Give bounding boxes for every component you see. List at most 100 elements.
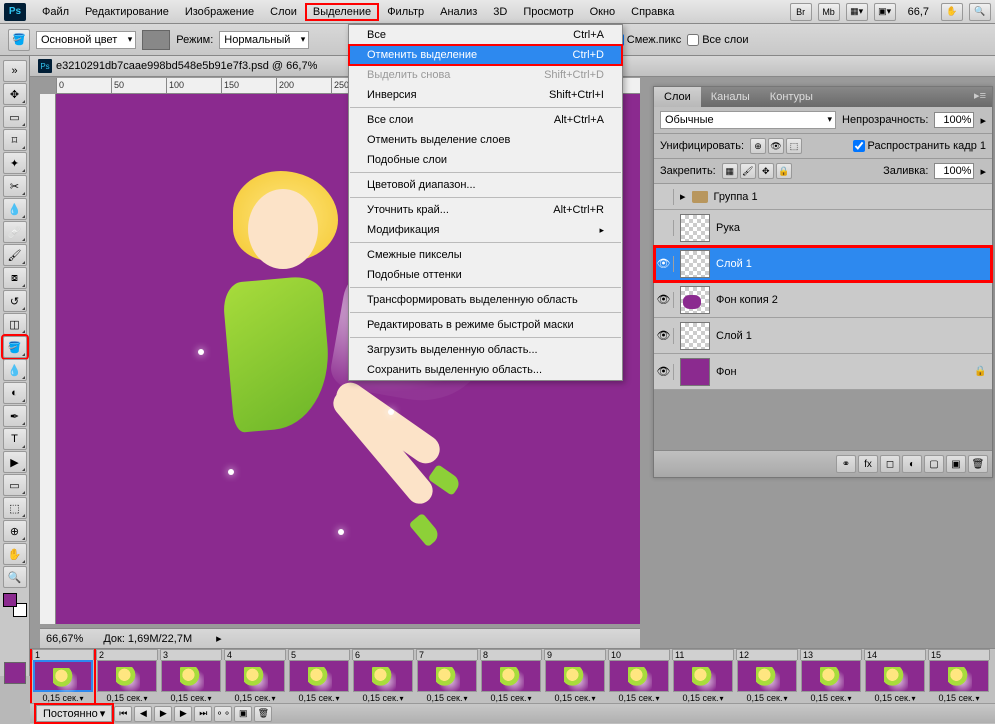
opacity-input[interactable]: 100% bbox=[934, 112, 974, 128]
menu-item[interactable]: Трансформировать выделенную область bbox=[349, 290, 622, 310]
menu-item[interactable]: Все слоиAlt+Ctrl+A bbox=[349, 110, 622, 130]
frame-thumbnail[interactable] bbox=[545, 660, 605, 692]
visibility-toggle[interactable]: 👁 bbox=[658, 328, 674, 344]
frame-thumbnail[interactable] bbox=[33, 660, 93, 692]
3d-tool[interactable]: ⬚ bbox=[3, 497, 27, 519]
loop-mode-select[interactable]: Постоянно▾ bbox=[36, 705, 112, 722]
animation-frame[interactable]: 150,15 сек. bbox=[928, 649, 990, 703]
tab-layers[interactable]: Слои bbox=[654, 87, 701, 107]
menu-item[interactable]: Смежные пикселы bbox=[349, 245, 622, 265]
expand-tools-icon[interactable]: » bbox=[3, 60, 27, 82]
menubar-btn-screen[interactable]: ▣▾ bbox=[874, 3, 896, 21]
menu-справка[interactable]: Справка bbox=[623, 3, 682, 21]
layer-name[interactable]: Фон копия 2 bbox=[716, 294, 988, 306]
menu-item[interactable]: ИнверсияShift+Ctrl+I bbox=[349, 85, 622, 105]
all-layers-checkbox[interactable]: Все слои bbox=[687, 34, 748, 46]
menu-3d[interactable]: 3D bbox=[485, 3, 515, 21]
animation-frame[interactable]: 20,15 сек. bbox=[96, 649, 158, 703]
frame-thumbnail[interactable] bbox=[609, 660, 669, 692]
panel-menu-icon[interactable]: ▸≡ bbox=[968, 87, 992, 107]
animation-frame[interactable]: 40,15 сек. bbox=[224, 649, 286, 703]
animation-frame[interactable]: 140,15 сек. bbox=[864, 649, 926, 703]
shape-tool[interactable]: ▭ bbox=[3, 474, 27, 496]
move-tool[interactable]: ✥ bbox=[3, 83, 27, 105]
opacity-arrow-icon[interactable]: ▸ bbox=[980, 114, 986, 127]
new-group-icon[interactable]: ▢ bbox=[924, 455, 944, 473]
fill-arrow-icon[interactable]: ▸ bbox=[980, 165, 986, 178]
duplicate-frame-button[interactable]: ▣ bbox=[234, 706, 252, 722]
delete-frame-button[interactable]: 🗑 bbox=[254, 706, 272, 722]
blend-mode-select[interactable]: Нормальный bbox=[219, 31, 309, 49]
frame-delay[interactable]: 0,15 сек. bbox=[235, 692, 276, 703]
pattern-swatch[interactable] bbox=[142, 30, 170, 50]
fill-input[interactable]: 100% bbox=[934, 163, 974, 179]
animation-frame[interactable]: 110,15 сек. bbox=[672, 649, 734, 703]
animation-frame[interactable]: 130,15 сек. bbox=[800, 649, 862, 703]
frame-delay[interactable]: 0,15 сек. bbox=[875, 692, 916, 703]
frame-thumbnail[interactable] bbox=[225, 660, 285, 692]
layer-mask-icon[interactable]: ◻ bbox=[880, 455, 900, 473]
crop-tool[interactable]: ✂ bbox=[3, 175, 27, 197]
layer-thumbnail[interactable] bbox=[680, 322, 710, 350]
delete-layer-icon[interactable]: 🗑 bbox=[968, 455, 988, 473]
frame-delay[interactable]: 0,15 сек. bbox=[939, 692, 980, 703]
healing-tool[interactable]: 🩹 bbox=[3, 221, 27, 243]
animation-frame[interactable]: 10,15 сек. bbox=[32, 649, 94, 703]
last-frame-button[interactable]: ⏭ bbox=[194, 706, 212, 722]
layer-row[interactable]: 👁Фон🔒 bbox=[654, 354, 992, 390]
menubar-btn-zoom[interactable]: 🔍 bbox=[969, 3, 991, 21]
layer-row[interactable]: 👁 Фон копия 2 bbox=[654, 282, 992, 318]
lock-pixels-icon[interactable]: 🖌 bbox=[740, 163, 756, 179]
layer-name[interactable]: Слой 1 bbox=[716, 258, 988, 270]
layer-blend-mode[interactable]: Обычные bbox=[660, 111, 836, 129]
animation-frame[interactable]: 100,15 сек. bbox=[608, 649, 670, 703]
group-arrow-icon[interactable]: ▸ bbox=[680, 190, 686, 203]
layer-group[interactable]: ▸ Группа 1 bbox=[654, 184, 992, 210]
visibility-toggle[interactable]: 👁 bbox=[658, 364, 674, 380]
menu-анализ[interactable]: Анализ bbox=[432, 3, 485, 21]
marquee-tool[interactable]: ▭ bbox=[3, 106, 27, 128]
layer-name[interactable]: Фон bbox=[716, 366, 968, 378]
visibility-toggle[interactable]: 👁 bbox=[658, 292, 674, 308]
frame-delay[interactable]: 0,15 сек. bbox=[299, 692, 340, 703]
frame-thumbnail[interactable] bbox=[801, 660, 861, 692]
menu-окно[interactable]: Окно bbox=[582, 3, 624, 21]
eraser-tool[interactable]: ◫ bbox=[3, 313, 27, 335]
frame-thumbnail[interactable] bbox=[417, 660, 477, 692]
frame-delay[interactable]: 0,15 сек. bbox=[619, 692, 660, 703]
layer-row[interactable]: Рука bbox=[654, 210, 992, 246]
frame-delay[interactable]: 0,15 сек. bbox=[747, 692, 788, 703]
blur-tool[interactable]: 💧 bbox=[3, 359, 27, 381]
prev-frame-button[interactable]: ◀ bbox=[134, 706, 152, 722]
eyedropper-tool[interactable]: 💧 bbox=[3, 198, 27, 220]
animation-frame[interactable]: 60,15 сек. bbox=[352, 649, 414, 703]
frame-thumbnail[interactable] bbox=[161, 660, 221, 692]
visibility-toggle[interactable] bbox=[658, 220, 674, 236]
dodge-tool[interactable]: ◐ bbox=[3, 382, 27, 404]
menu-файл[interactable]: Файл bbox=[34, 3, 77, 21]
frame-thumbnail[interactable] bbox=[481, 660, 541, 692]
frame-delay[interactable]: 0,15 сек. bbox=[107, 692, 148, 703]
layer-name[interactable]: Рука bbox=[716, 222, 988, 234]
animation-frame[interactable]: 70,15 сек. bbox=[416, 649, 478, 703]
lasso-tool[interactable]: ⌑ bbox=[3, 129, 27, 151]
layer-name[interactable]: Слой 1 bbox=[716, 330, 988, 342]
hand-tool[interactable]: ✋ bbox=[3, 543, 27, 565]
menu-item[interactable]: ВсеCtrl+A bbox=[349, 25, 622, 45]
type-tool[interactable]: T bbox=[3, 428, 27, 450]
menu-item[interactable]: Цветовой диапазон... bbox=[349, 175, 622, 195]
lock-position-icon[interactable]: ✥ bbox=[758, 163, 774, 179]
tab-channels[interactable]: Каналы bbox=[701, 87, 760, 107]
group-name[interactable]: Группа 1 bbox=[714, 191, 758, 203]
layer-thumbnail[interactable] bbox=[680, 358, 710, 386]
frame-thumbnail[interactable] bbox=[929, 660, 989, 692]
menu-выделение[interactable]: Выделение bbox=[305, 3, 379, 21]
zoom-tool[interactable]: 🔍 bbox=[3, 566, 27, 588]
visibility-toggle[interactable] bbox=[658, 189, 674, 205]
frame-delay[interactable]: 0,15 сек. bbox=[363, 692, 404, 703]
menubar-btn-view[interactable]: ▦▾ bbox=[846, 3, 868, 21]
menu-item[interactable]: Редактировать в режиме быстрой маски bbox=[349, 315, 622, 335]
menu-item[interactable]: Сохранить выделенную область... bbox=[349, 360, 622, 380]
frame-thumbnail[interactable] bbox=[737, 660, 797, 692]
layer-row[interactable]: 👁 Слой 1 bbox=[654, 318, 992, 354]
